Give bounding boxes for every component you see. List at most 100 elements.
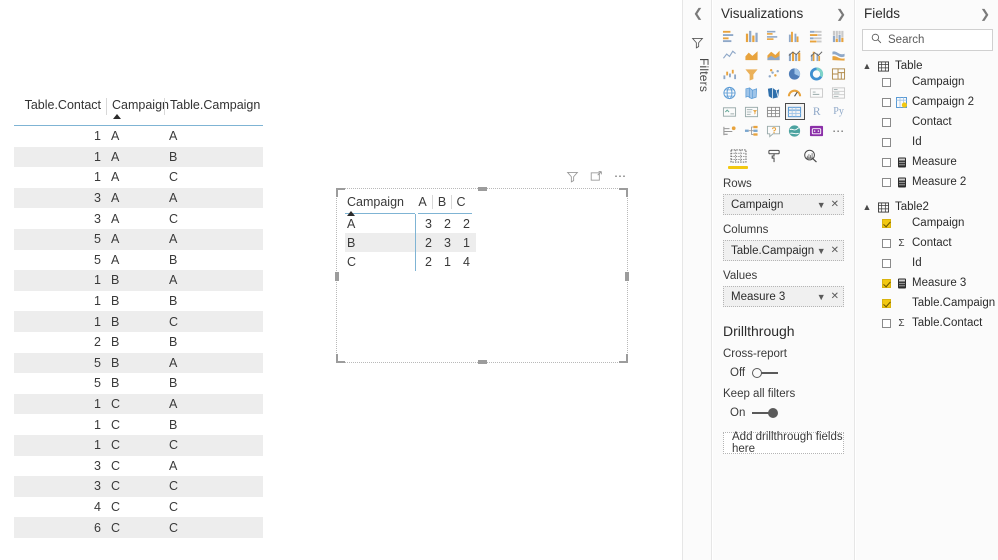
- resize-handle-bottom[interactable]: [478, 360, 487, 364]
- field-checkbox[interactable]: [882, 137, 891, 147]
- more-visuals-icon[interactable]: ⋯: [828, 122, 849, 139]
- field-item-measure-2[interactable]: Measure 2: [856, 172, 998, 192]
- resize-handle-bottom-right[interactable]: [619, 354, 628, 363]
- multi-row-card-icon[interactable]: [828, 84, 849, 101]
- decomposition-tree-icon[interactable]: [741, 122, 762, 139]
- table-row[interactable]: 3C A: [14, 456, 263, 477]
- paginated-report-icon[interactable]: [806, 122, 827, 139]
- card-icon[interactable]: [806, 84, 827, 101]
- matrix-row[interactable]: C 214: [345, 252, 476, 271]
- matrix-column-header[interactable]: A: [413, 195, 432, 209]
- donut-chart-icon[interactable]: [806, 65, 827, 82]
- remove-field-icon[interactable]: ✕: [831, 245, 839, 256]
- cross-report-toggle[interactable]: Off: [713, 360, 854, 379]
- table-row[interactable]: 3A C: [14, 208, 263, 229]
- field-checkbox[interactable]: [882, 77, 891, 87]
- analytics-tab[interactable]: [799, 149, 821, 169]
- keep-all-filters-toggle[interactable]: On: [713, 400, 854, 419]
- resize-handle-top-right[interactable]: [619, 188, 628, 197]
- pie-chart-icon[interactable]: [785, 65, 806, 82]
- stacked-area-chart-icon[interactable]: [763, 46, 784, 63]
- well-field-rows[interactable]: Campaign ▼ ✕: [723, 194, 844, 215]
- table-row[interactable]: 1A C: [14, 167, 263, 188]
- matrix-icon[interactable]: [784, 103, 806, 120]
- field-checkbox[interactable]: [882, 298, 891, 308]
- matrix-column-header[interactable]: B: [432, 195, 451, 209]
- field-item-measure[interactable]: Measure: [856, 152, 998, 172]
- field-item-table-campaign[interactable]: Table.Campaign: [856, 293, 998, 313]
- line-chart-icon[interactable]: [719, 46, 740, 63]
- chevron-up-icon[interactable]: ▲: [862, 61, 872, 71]
- field-item-campaign-2[interactable]: Campaign 2: [856, 92, 998, 112]
- shape-map-icon[interactable]: [763, 84, 784, 101]
- field-checkbox[interactable]: [882, 258, 891, 268]
- fields-tab[interactable]: [727, 149, 749, 169]
- field-item-contact[interactable]: Σ Contact: [856, 233, 998, 253]
- table-row[interactable]: 5B A: [14, 352, 263, 374]
- fields-table-group-table2[interactable]: ▲ Table2: [856, 192, 998, 213]
- matrix-cell[interactable]: 2: [457, 217, 476, 231]
- field-checkbox[interactable]: [882, 218, 891, 228]
- matrix-cell[interactable]: 1: [457, 236, 476, 250]
- funnel-chart-icon[interactable]: [741, 65, 762, 82]
- field-checkbox[interactable]: [882, 177, 891, 187]
- matrix-cell[interactable]: 3: [438, 236, 457, 250]
- format-tab[interactable]: [763, 149, 785, 169]
- matrix-cell[interactable]: 4: [457, 255, 476, 269]
- remove-field-icon[interactable]: ✕: [831, 291, 839, 302]
- field-item-id[interactable]: Id: [856, 132, 998, 152]
- field-item-id[interactable]: Id: [856, 253, 998, 273]
- table-row[interactable]: 5AA: [14, 228, 263, 250]
- chevron-right-icon[interactable]: ❯: [980, 7, 990, 21]
- key-influencers-icon[interactable]: [719, 122, 740, 139]
- table-row[interactable]: 1B C: [14, 311, 263, 332]
- well-field-values[interactable]: Measure 3 ▼ ✕: [723, 286, 844, 307]
- resize-handle-top[interactable]: [478, 187, 487, 191]
- table-row[interactable]: 1B A: [14, 270, 263, 291]
- field-checkbox[interactable]: [882, 278, 891, 288]
- table-row[interactable]: 6CC: [14, 517, 263, 538]
- toggle-switch-on[interactable]: [752, 408, 779, 419]
- matrix-cell[interactable]: 2: [419, 236, 438, 250]
- filter-icon[interactable]: [565, 169, 580, 184]
- r-script-visual-icon[interactable]: R: [806, 103, 827, 120]
- matrix-cell[interactable]: 2: [438, 217, 457, 231]
- table-row[interactable]: 1A B: [14, 146, 263, 168]
- matrix-column-header[interactable]: C: [451, 195, 470, 209]
- more-options-icon[interactable]: ⋯: [613, 169, 628, 184]
- chevron-down-icon[interactable]: ▼: [817, 246, 826, 256]
- field-checkbox[interactable]: [882, 238, 891, 248]
- table-row[interactable]: 1AA: [14, 126, 263, 147]
- visual-container[interactable]: Campaign ABC A322B231C214: [335, 187, 629, 364]
- table-row[interactable]: 3CC: [14, 476, 263, 497]
- chevron-left-icon[interactable]: ❮: [690, 5, 706, 21]
- stacked-column-chart-icon[interactable]: [741, 27, 762, 44]
- resize-handle-bottom-left[interactable]: [336, 354, 345, 363]
- arcgis-maps-icon[interactable]: [785, 122, 806, 139]
- table-row[interactable]: 1CC: [14, 434, 263, 456]
- python-visual-icon[interactable]: Py: [828, 103, 849, 120]
- line-stacked-column-chart-icon[interactable]: [785, 46, 806, 63]
- matrix-visual[interactable]: ⋯ Campaign ABC A322B231C214: [335, 170, 629, 364]
- field-item-campaign[interactable]: Campaign: [856, 72, 998, 92]
- matrix-cell[interactable]: 1: [438, 255, 457, 269]
- gauge-icon[interactable]: [785, 84, 806, 101]
- toggle-switch-off[interactable]: [752, 368, 779, 379]
- 100-stacked-bar-chart-icon[interactable]: [806, 27, 827, 44]
- matrix-cell[interactable]: 2: [419, 255, 438, 269]
- well-field-columns[interactable]: Table.Campaign ▼ ✕: [723, 240, 844, 261]
- table-row[interactable]: 5A B: [14, 250, 263, 271]
- matrix-row[interactable]: A322: [345, 214, 476, 233]
- scatter-chart-icon[interactable]: [763, 65, 784, 82]
- chevron-down-icon[interactable]: ▼: [817, 200, 826, 210]
- drillthrough-dropzone[interactable]: Add drillthrough fields here: [723, 431, 844, 455]
- chevron-up-icon[interactable]: ▲: [862, 202, 872, 212]
- search-input[interactable]: Search: [862, 29, 993, 51]
- remove-field-icon[interactable]: ✕: [831, 199, 839, 210]
- table-row[interactable]: 1BB: [14, 291, 263, 312]
- field-item-table-contact[interactable]: Σ Table.Contact: [856, 313, 998, 333]
- filters-pane-collapsed[interactable]: ❮ Filters: [682, 0, 712, 560]
- table-row[interactable]: 5BB: [14, 373, 263, 394]
- column-header-table-campaign[interactable]: Table.Campaign: [164, 98, 263, 115]
- clustered-bar-chart-icon[interactable]: [763, 27, 784, 44]
